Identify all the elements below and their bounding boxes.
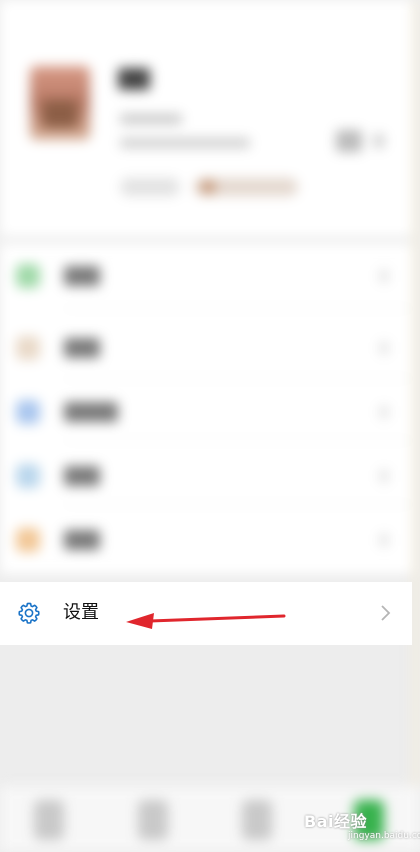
menu-item-blurred-1[interactable] — [0, 244, 412, 304]
chevron-right-icon — [374, 134, 384, 148]
red-annotation-arrow — [126, 613, 286, 629]
tab-contacts-icon[interactable] — [138, 800, 168, 840]
profile-card[interactable] — [0, 0, 412, 236]
chevron-right-icon — [380, 470, 388, 482]
menu-label-blurred — [64, 530, 100, 550]
qr-code-icon[interactable] — [336, 130, 362, 152]
menu-label-blurred — [64, 266, 100, 286]
menu-label-blurred — [64, 466, 100, 486]
menu-item-blurred-5[interactable] — [0, 508, 412, 568]
chevron-right-icon — [380, 342, 388, 354]
menu-label-blurred — [64, 402, 118, 422]
divider — [64, 440, 412, 441]
gear-icon — [18, 602, 40, 624]
menu-icon-orange — [16, 528, 40, 552]
menu-item-blurred-3[interactable] — [0, 380, 412, 440]
status-pill[interactable] — [120, 178, 180, 196]
friend-avatar-dot — [200, 180, 216, 194]
settings-label: 设置 — [63, 602, 99, 623]
menu-list-blurred — [0, 244, 412, 574]
blurred-app-background — [0, 0, 420, 852]
divider — [64, 504, 412, 505]
account-id-blurred — [120, 114, 182, 124]
tab-discover-icon[interactable] — [242, 800, 272, 840]
right-edge-strip — [412, 0, 420, 852]
account-info-blurred — [120, 138, 250, 148]
divider — [64, 308, 412, 309]
menu-icon-lightblue — [16, 464, 40, 488]
watermark-sub: jingyan.baidu.com — [348, 831, 420, 841]
menu-item-blurred-4[interactable] — [0, 444, 412, 504]
chevron-right-icon — [380, 406, 388, 418]
chevron-right-icon — [380, 534, 388, 546]
chevron-right-icon — [381, 605, 391, 621]
divider — [64, 378, 412, 379]
avatar-detail — [42, 100, 78, 128]
menu-icon-blue — [16, 400, 40, 424]
menu-label-blurred — [64, 338, 100, 358]
chevron-right-icon — [380, 270, 388, 282]
nickname-blurred — [118, 68, 150, 90]
menu-item-blurred-2[interactable] — [0, 316, 412, 376]
watermark-text: Bai经验 — [304, 812, 367, 831]
menu-icon-green — [16, 264, 40, 288]
tab-chats-icon[interactable] — [34, 800, 64, 840]
menu-icon-tan — [16, 336, 40, 360]
